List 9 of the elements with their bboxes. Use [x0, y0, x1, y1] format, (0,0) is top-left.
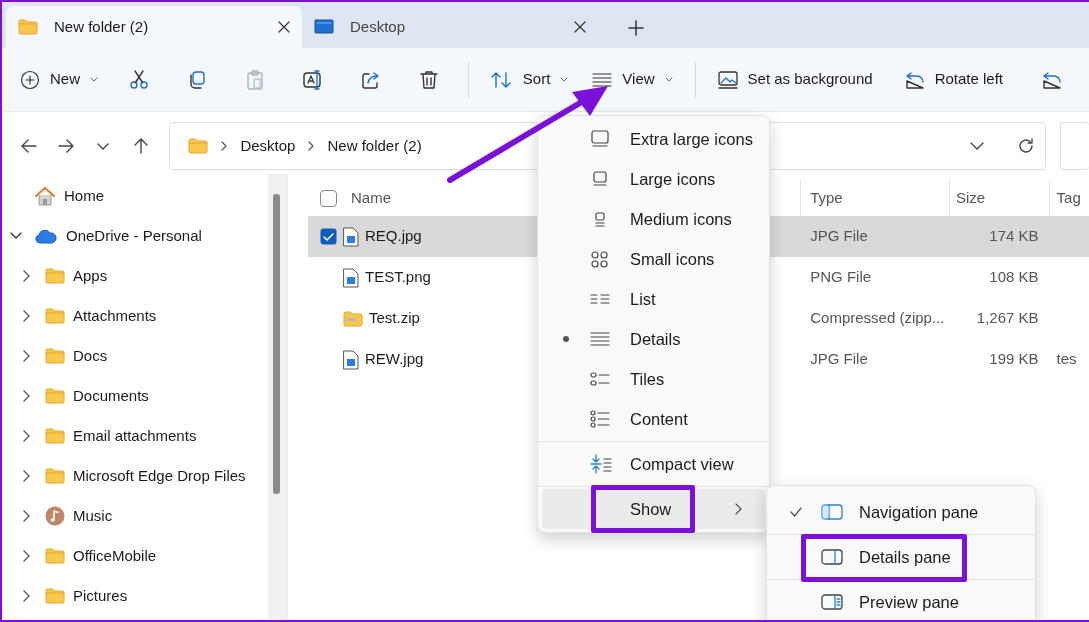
file-type: Compressed (zipp...: [810, 309, 945, 327]
file-size: 199 KB: [989, 350, 1039, 368]
file-type: PNG File: [810, 268, 872, 286]
file-type: JPG File: [810, 350, 868, 368]
file-size: 174 KB: [989, 227, 1039, 245]
file-type: JPG File: [810, 227, 868, 245]
file-tags: tes: [1056, 350, 1077, 368]
file-size: 108 KB: [989, 268, 1039, 286]
file-size: 1,267 KB: [976, 309, 1039, 327]
